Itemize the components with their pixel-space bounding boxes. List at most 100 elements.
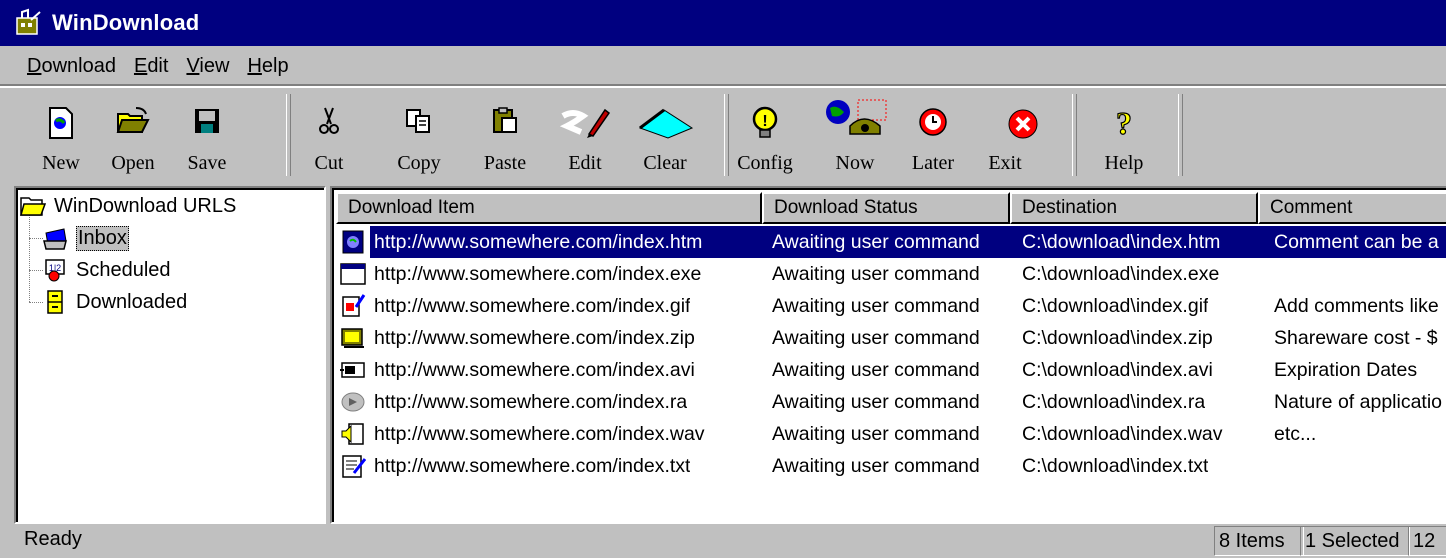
cut-button[interactable]: Cut: [294, 96, 364, 180]
tree-item-scheduled[interactable]: 1|2 Scheduled: [42, 258, 171, 282]
copy-label: Copy: [397, 152, 441, 174]
later-button[interactable]: Later: [898, 96, 968, 180]
cell-status: Awaiting user command: [772, 455, 980, 477]
menu-help[interactable]: Help: [241, 55, 300, 78]
save-label: Save: [187, 152, 227, 174]
tree-item-label: Inbox: [76, 226, 129, 251]
table-row[interactable]: http://www.somewhere.com/index.htm Awaiti…: [336, 226, 1446, 258]
copy-button[interactable]: Copy: [384, 96, 454, 180]
column-header-item[interactable]: Download Item: [336, 192, 762, 224]
paste-label: Paste: [483, 152, 527, 174]
cell-item: http://www.somewhere.com/index.avi: [374, 359, 695, 381]
floppy-disk-icon: [195, 109, 219, 133]
toolbar: New Open Save Cut Copy Paste Edit Clear …: [0, 84, 1446, 182]
later-label: Later: [911, 152, 955, 174]
status-bar: Ready 8 Items 1 Selected 12: [0, 522, 1446, 558]
tree-connector: [29, 270, 43, 271]
tree-root-urls[interactable]: WinDownload URLS: [20, 194, 236, 218]
clear-button[interactable]: Clear: [630, 96, 700, 180]
menu-label: dit: [147, 54, 169, 77]
executable-icon: [340, 263, 366, 285]
table-row[interactable]: http://www.somewhere.com/index.gif Awaiti…: [336, 290, 1446, 322]
menu-view[interactable]: View: [180, 55, 241, 78]
column-header-status[interactable]: Download Status: [762, 192, 1010, 224]
download-list[interactable]: Download Item Download Status Destinatio…: [330, 186, 1446, 524]
title-bar[interactable]: WinDownload: [0, 0, 1446, 46]
menu-accel: E: [133, 54, 148, 77]
tree-root-label: WinDownload URLS: [54, 194, 237, 217]
cell-status: Awaiting user command: [772, 295, 980, 317]
window-title: WinDownload: [52, 10, 200, 35]
table-row[interactable]: http://www.somewhere.com/index.wav Awaiti…: [336, 418, 1446, 450]
menu-download[interactable]: Download: [0, 55, 128, 78]
menu-label: elp: [261, 54, 289, 77]
status-items-count: 8 Items: [1214, 526, 1304, 556]
toolbar-divider: [0, 84, 1446, 86]
new-button[interactable]: New: [26, 96, 96, 180]
copy-icon: [406, 109, 430, 133]
lightbulb-icon: !: [752, 106, 778, 138]
table-row[interactable]: http://www.somewhere.com/index.zip Awaiti…: [336, 322, 1446, 354]
save-button[interactable]: Save: [172, 96, 242, 180]
tree-item-downloaded[interactable]: Downloaded: [42, 290, 187, 314]
menu-label: iew: [199, 54, 230, 77]
cell-item: http://www.somewhere.com/index.exe: [374, 263, 702, 285]
table-row[interactable]: http://www.somewhere.com/index.txt Awaiti…: [336, 450, 1446, 482]
svg-text:!: !: [762, 113, 767, 130]
wave-audio-icon: [341, 423, 364, 445]
tree-item-inbox[interactable]: Inbox: [42, 226, 129, 251]
tree-item-label: Scheduled: [76, 258, 171, 281]
exit-button[interactable]: Exit: [988, 96, 1058, 180]
config-button[interactable]: ! Config: [730, 96, 800, 180]
table-row[interactable]: http://www.somewhere.com/index.avi Awaiti…: [336, 354, 1446, 386]
new-label: New: [42, 152, 80, 174]
config-label: Config: [737, 152, 793, 174]
cell-status: Awaiting user command: [772, 263, 980, 285]
cell-comment: Shareware cost - $: [1274, 327, 1438, 349]
status-extra: 12: [1408, 526, 1446, 556]
new-document-icon: [49, 107, 73, 139]
scissors-icon: [319, 107, 339, 134]
cell-item: http://www.somewhere.com/index.ra: [374, 391, 688, 413]
cell-destination: C:\download\index.wav: [1022, 423, 1223, 445]
column-header-destination[interactable]: Destination: [1010, 192, 1258, 224]
app-icon[interactable]: [14, 8, 44, 38]
cell-destination: C:\download\index.avi: [1022, 359, 1213, 381]
cell-destination: C:\download\index.zip: [1022, 327, 1213, 349]
toolbar-separator: [1178, 94, 1183, 176]
edit-button[interactable]: Edit: [550, 96, 620, 180]
cell-status: Awaiting user command: [772, 231, 980, 253]
table-row[interactable]: http://www.somewhere.com/index.ra Awaitin…: [336, 386, 1446, 418]
cell-status: Awaiting user command: [772, 423, 980, 445]
toolbar-separator: [724, 94, 729, 176]
edit-label: Edit: [568, 152, 602, 174]
cell-comment: Add comments like: [1274, 295, 1439, 317]
help-button[interactable]: ? Help: [1089, 96, 1159, 180]
table-row[interactable]: http://www.somewhere.com/index.exe Awaiti…: [336, 258, 1446, 290]
inbox-tray-icon: [43, 227, 67, 250]
open-button[interactable]: Open: [98, 96, 168, 180]
menu-edit[interactable]: Edit: [128, 55, 180, 78]
folder-tree[interactable]: WinDownload URLS Inbox 1|2 Scheduled Dow…: [14, 186, 326, 524]
column-header-comment[interactable]: Comment: [1258, 192, 1446, 224]
text-file-icon: [342, 455, 366, 478]
menu-bar: Download Edit View Help: [0, 46, 1446, 86]
open-folder-icon: [20, 197, 46, 216]
tree-connector: [29, 238, 43, 239]
tree-connector: [29, 214, 30, 302]
tree-item-label: Downloaded: [76, 290, 188, 313]
cell-comment: Comment can be a: [1274, 231, 1439, 253]
cell-destination: C:\download\index.txt: [1022, 455, 1209, 477]
paste-button[interactable]: Paste: [470, 96, 540, 180]
cell-status: Awaiting user command: [772, 359, 980, 381]
now-button[interactable]: Now: [820, 96, 890, 180]
now-label: Now: [835, 152, 875, 174]
question-mark-icon: ?: [1115, 106, 1132, 140]
calendar-icon: 1|2: [45, 259, 65, 282]
video-file-icon: [340, 362, 365, 378]
menu-accel: H: [247, 54, 262, 77]
svg-text:?: ?: [1116, 106, 1132, 140]
toolbar-separator: [286, 94, 291, 176]
cell-destination: C:\download\index.htm: [1022, 231, 1221, 253]
cell-status: Awaiting user command: [772, 327, 980, 349]
